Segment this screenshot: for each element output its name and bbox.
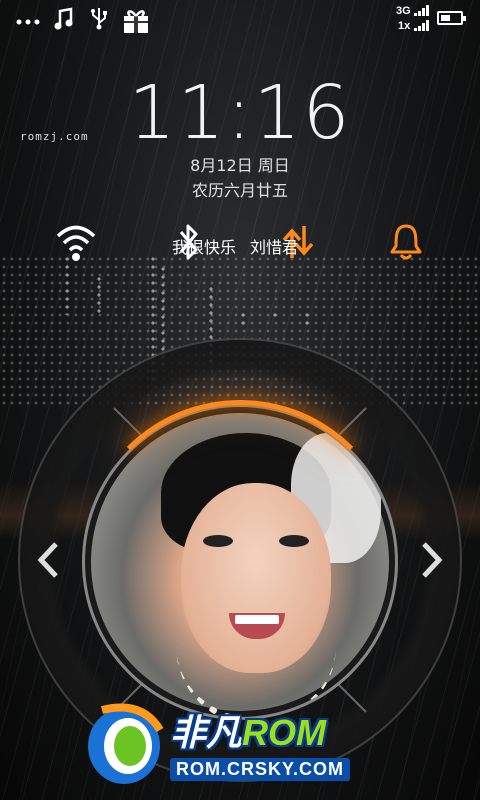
chevron-right-icon[interactable] [420, 540, 444, 580]
network-type-top: 3G [396, 5, 411, 17]
brand-url: ROM.CRSKY.COM [170, 758, 351, 781]
progress-arc [80, 400, 400, 720]
usb-icon [90, 6, 108, 34]
brand-logo: 非凡ROM ROM.CRSKY.COM [82, 698, 412, 792]
brand-title: 非凡ROM [170, 712, 327, 753]
watermark-text: romzj.com [20, 130, 89, 143]
more-dots-icon [16, 12, 40, 31]
brand-swirl-icon [88, 703, 164, 784]
wifi-icon[interactable] [55, 222, 97, 266]
clock-time: 11:16 [128, 70, 352, 156]
lunar-date-text: 农历六月廿五 [191, 181, 288, 200]
bell-icon[interactable] [388, 222, 424, 266]
song-title: 我很快乐 [172, 238, 237, 257]
chevron-left-icon[interactable] [36, 540, 60, 580]
gift-icon [122, 6, 150, 38]
song-artist: 刘惜君 [250, 238, 299, 257]
status-bar: 3G 1x [0, 0, 480, 38]
music-note-icon [54, 6, 74, 34]
signal-bars-bottom-icon [414, 20, 430, 31]
signal-bars-top-icon [414, 5, 430, 16]
battery-icon [437, 11, 466, 25]
date-text: 8月12日 周日 [190, 156, 290, 175]
network-type-bottom: 1x [398, 20, 411, 32]
now-playing: 我很快乐 刘惜君 [172, 234, 298, 258]
